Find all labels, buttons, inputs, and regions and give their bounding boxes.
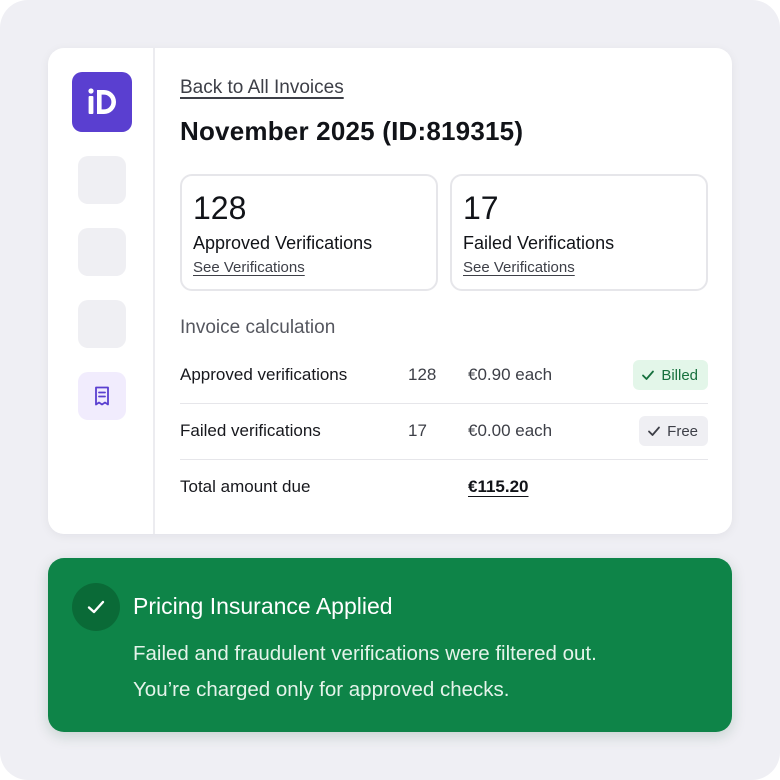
banner-description-line-2: You’re charged only for approved checks.: [133, 678, 510, 701]
total-row: Total amount due €115.20: [180, 460, 708, 516]
invoice-detail: Back to All Invoices November 2025 (ID:8…: [180, 48, 708, 534]
sidebar-item-placeholder-2[interactable]: [78, 228, 126, 276]
banner-description-line-1: Failed and fraudulent verifications were…: [133, 642, 597, 665]
status-badge-billed: Billed: [633, 360, 708, 390]
app-frame: Back to All Invoices November 2025 (ID:8…: [0, 0, 780, 780]
sidebar-item-placeholder-1[interactable]: [78, 156, 126, 204]
badge-label: Free: [667, 422, 698, 440]
row-price: €0.00 each: [468, 421, 553, 440]
sidebar-item-invoices[interactable]: [78, 372, 126, 420]
approved-count: 128: [193, 190, 247, 226]
failed-stat-card: 17 Failed Verifications See Verification…: [450, 174, 708, 291]
sidebar: [48, 48, 155, 534]
app-logo[interactable]: [72, 72, 132, 132]
table-row: Approved verifications 128 €0.90 each Bi…: [180, 348, 708, 404]
invoice-card: Back to All Invoices November 2025 (ID:8…: [48, 48, 732, 534]
receipt-icon: [95, 386, 109, 406]
sidebar-item-placeholder-3[interactable]: [78, 300, 126, 348]
see-approved-verifications-link[interactable]: See Verifications: [193, 259, 305, 276]
check-circle-icon: [72, 583, 120, 631]
status-badge-free: Free: [639, 416, 708, 446]
back-to-invoices-link[interactable]: Back to All Invoices: [180, 77, 344, 99]
total-amount: €115.20: [468, 477, 529, 496]
see-failed-verifications-link[interactable]: See Verifications: [463, 259, 575, 276]
total-label: Total amount due: [180, 477, 311, 496]
failed-count: 17: [463, 190, 499, 226]
row-name: Approved verifications: [180, 365, 348, 384]
row-price: €0.90 each: [468, 365, 553, 384]
logo-id-icon: [88, 88, 116, 114]
check-icon: [87, 600, 105, 614]
failed-label: Failed Verifications: [463, 233, 615, 253]
page-title: November 2025 (ID:819315): [180, 116, 524, 146]
table-row: Failed verifications 17 €0.00 each Free: [180, 404, 708, 460]
check-icon: [648, 426, 661, 436]
invoice-calculation-title: Invoice calculation: [180, 317, 336, 338]
pricing-insurance-banner: Pricing Insurance Applied Failed and fra…: [48, 558, 732, 732]
banner-title: Pricing Insurance Applied: [133, 593, 393, 619]
row-name: Failed verifications: [180, 421, 321, 440]
badge-label: Billed: [661, 366, 698, 384]
check-icon: [642, 370, 655, 380]
row-qty: 128: [408, 365, 437, 384]
row-qty: 17: [408, 421, 427, 440]
approved-label: Approved Verifications: [193, 233, 373, 253]
approved-stat-card: 128 Approved Verifications See Verificat…: [180, 174, 438, 291]
